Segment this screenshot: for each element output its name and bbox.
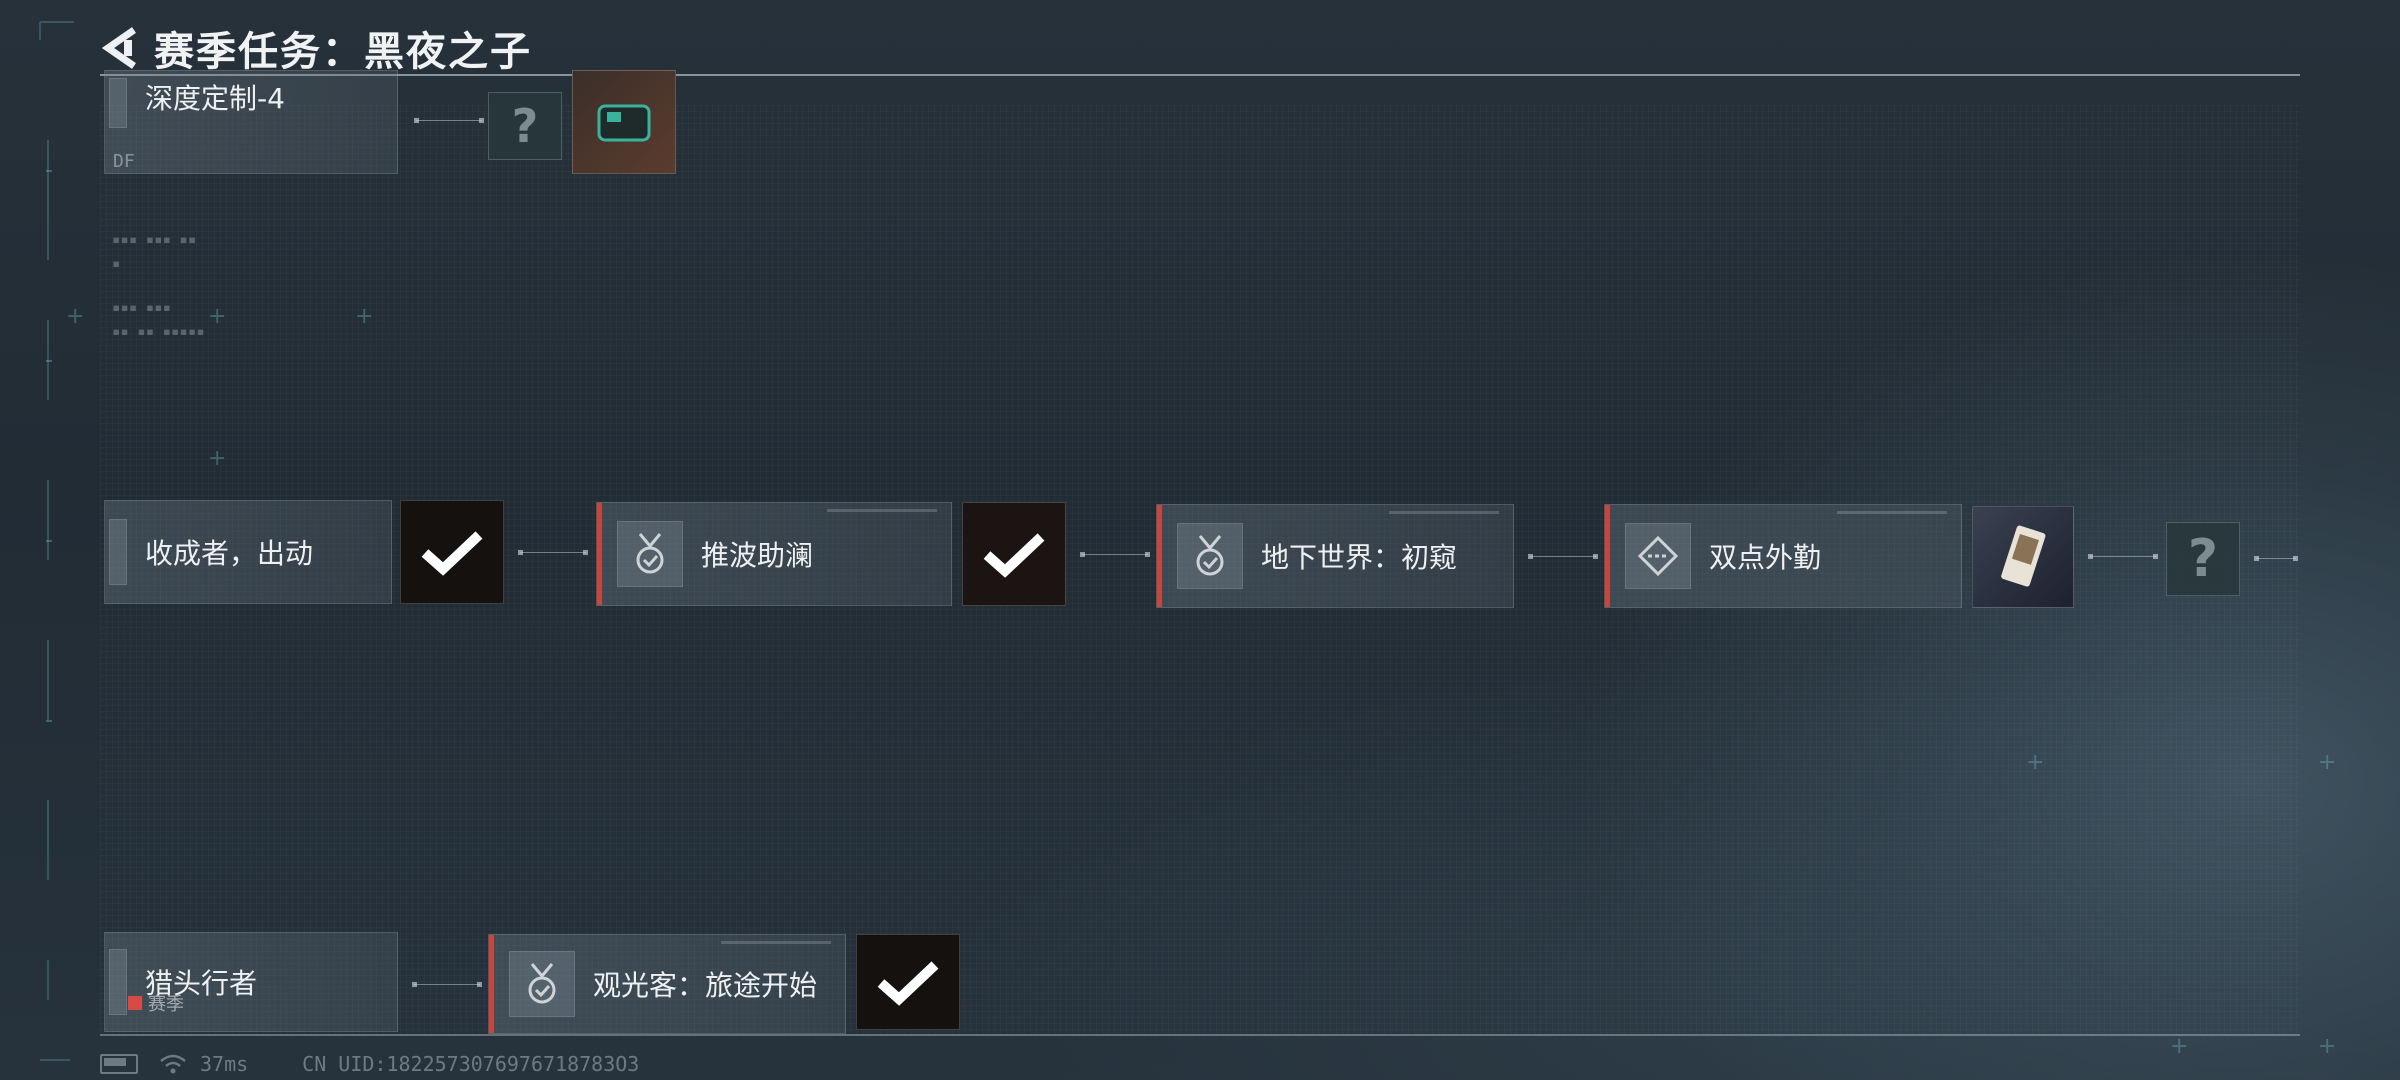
quest-icon bbox=[617, 521, 683, 587]
connector bbox=[412, 982, 482, 987]
hud-cross: + bbox=[208, 446, 227, 471]
connector bbox=[518, 550, 588, 555]
page-title: 赛季任务：黑夜之子 bbox=[154, 29, 532, 75]
card-decoration bbox=[721, 941, 831, 944]
quest-icon bbox=[1177, 523, 1243, 589]
back-button[interactable] bbox=[96, 24, 144, 72]
hud-cross: + bbox=[2318, 750, 2337, 775]
season-tag: 赛季 bbox=[128, 990, 184, 1016]
medal-check-icon bbox=[1196, 535, 1224, 576]
quest-card-headhunter[interactable]: 猎头行者 bbox=[104, 932, 398, 1032]
question-mark-icon: ? bbox=[2187, 529, 2219, 589]
reward-card-item[interactable] bbox=[1972, 506, 2074, 608]
header-divider bbox=[100, 74, 2300, 76]
hud-faint-text: ▪▪▪ ▪▪▪ ▪▪ ▪ ▪▪▪ ▪▪▪ ▪▪ ▪▪ ▪▪▪▪▪ bbox=[112, 232, 205, 340]
diamond-route-icon bbox=[1637, 535, 1679, 577]
footer-divider bbox=[100, 1034, 2300, 1036]
reward-unknown[interactable]: ? bbox=[488, 92, 562, 160]
quest-subtext: DF bbox=[113, 151, 135, 172]
checkmark-icon bbox=[421, 531, 483, 576]
connector bbox=[414, 118, 484, 123]
season-dot bbox=[128, 996, 142, 1010]
season-tag-label: 赛季 bbox=[148, 994, 184, 1015]
quest-label: 深度定制-4 bbox=[145, 82, 285, 115]
reward-completed[interactable] bbox=[400, 500, 504, 604]
ping-value: 37ms bbox=[200, 1052, 249, 1076]
user-uid: CN UID:1822573076976718783O3 bbox=[302, 1052, 640, 1076]
checkmark-icon bbox=[877, 961, 939, 1006]
card-decoration bbox=[1837, 511, 1947, 514]
reward-completed[interactable] bbox=[962, 502, 1066, 606]
card-icon-stub bbox=[109, 519, 127, 585]
reward-item[interactable] bbox=[572, 70, 676, 174]
quest-label: 观光客：旅途开始 bbox=[593, 969, 818, 1002]
quest-card-push-wave[interactable]: 推波助澜 bbox=[596, 502, 952, 606]
checkmark-icon bbox=[983, 533, 1045, 578]
quest-card-underworld[interactable]: 地下世界：初窥 bbox=[1156, 504, 1514, 608]
hud-cross: + bbox=[2318, 1034, 2337, 1059]
hud-cross: + bbox=[66, 304, 85, 329]
connector bbox=[1080, 552, 1150, 557]
card-icon-stub bbox=[109, 78, 127, 128]
card-decoration bbox=[827, 509, 937, 512]
hud-cross: + bbox=[355, 304, 374, 329]
page-header: 赛季任务：黑夜之子 bbox=[96, 20, 532, 76]
card-icon-stub bbox=[109, 949, 127, 1015]
quest-icon bbox=[509, 951, 575, 1017]
quest-label: 收成者，出动 bbox=[145, 537, 314, 570]
connector bbox=[2254, 556, 2298, 561]
quest-label: 双点外勤 bbox=[1709, 541, 1822, 574]
quest-label: 地下世界：初窥 bbox=[1261, 541, 1458, 574]
quest-card-top[interactable]: 深度定制-4 DF bbox=[104, 70, 398, 174]
medal-check-icon bbox=[528, 963, 556, 1004]
back-arrow-icon bbox=[101, 27, 136, 69]
reward-completed[interactable] bbox=[856, 934, 960, 1030]
quest-card-harvester[interactable]: 收成者，出动 bbox=[104, 500, 392, 604]
quest-icon bbox=[1625, 523, 1691, 589]
card-item-icon bbox=[2001, 525, 2046, 587]
equipment-icon bbox=[597, 104, 651, 142]
connector bbox=[1528, 554, 1598, 559]
connector bbox=[2088, 554, 2158, 559]
quest-card-tourist[interactable]: 观光客：旅途开始 bbox=[488, 934, 846, 1034]
wifi-icon bbox=[160, 1054, 186, 1074]
quest-label: 推波助澜 bbox=[701, 539, 814, 572]
hud-cross: + bbox=[2170, 1034, 2189, 1059]
hud-cross: + bbox=[208, 304, 227, 329]
battery-icon bbox=[100, 1054, 138, 1074]
medal-check-icon bbox=[636, 533, 664, 574]
status-bar: 37ms CN UID:1822573076976718783O3 bbox=[100, 1052, 639, 1076]
question-mark-icon: ? bbox=[511, 99, 539, 153]
hud-cross: + bbox=[2026, 750, 2045, 775]
card-decoration bbox=[1389, 511, 1499, 514]
quest-card-two-point[interactable]: 双点外勤 bbox=[1604, 504, 1962, 608]
quest-unknown[interactable]: ? bbox=[2166, 522, 2240, 596]
